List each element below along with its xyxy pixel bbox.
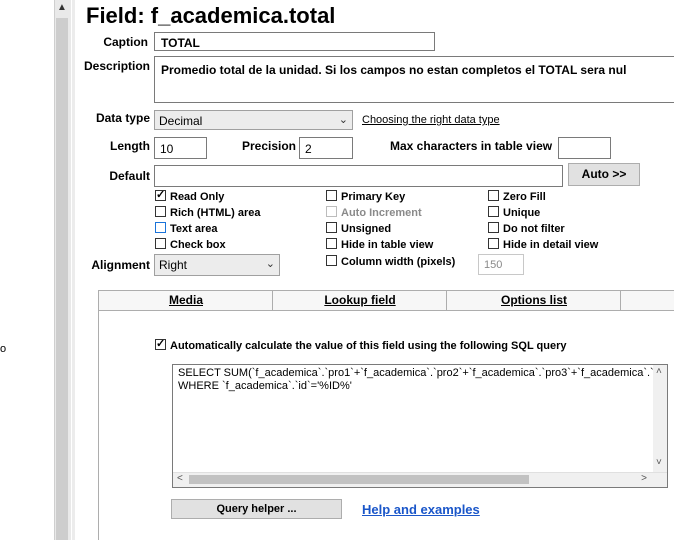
auto-button[interactable]: Auto >> <box>568 163 640 186</box>
no-filter-checkbox[interactable] <box>488 222 499 233</box>
caption-input[interactable]: TOTAL <box>154 32 435 51</box>
zero-fill-label: Zero Fill <box>503 191 546 203</box>
read-only-option[interactable]: Read Only <box>155 188 225 203</box>
text-area-option[interactable]: Text area <box>155 222 218 235</box>
default-input[interactable] <box>154 165 563 187</box>
hide-detail-option[interactable]: Hide in detail view <box>488 238 598 251</box>
auto-increment-checkbox <box>326 206 337 217</box>
tab-lookup-field-label: Lookup field <box>324 293 396 307</box>
column-width-checkbox[interactable] <box>326 255 337 266</box>
scrollbar-thumb[interactable] <box>56 18 68 540</box>
hide-table-checkbox[interactable] <box>326 238 337 249</box>
unique-checkbox[interactable] <box>488 206 499 217</box>
unsigned-label: Unsigned <box>341 223 392 235</box>
caption-label: Caption <box>103 35 148 49</box>
choosing-data-type-link[interactable]: Choosing the right data type <box>362 114 500 126</box>
tab-more[interactable] <box>620 290 674 310</box>
auto-calc-label: Automatically calculate the value of thi… <box>170 340 567 352</box>
description-textarea[interactable]: Promedio total de la unidad. Si los camp… <box>154 56 674 103</box>
text-area-label: Text area <box>170 223 218 235</box>
left-pane-text: o <box>0 343 7 355</box>
zero-fill-option[interactable]: Zero Fill <box>488 190 546 203</box>
unsigned-option[interactable]: Unsigned <box>326 222 391 235</box>
divider <box>72 0 75 540</box>
chevron-down-icon: ⌄ <box>338 114 348 126</box>
max-chars-label: Max characters in table view <box>390 139 553 153</box>
unique-label: Unique <box>503 207 541 219</box>
length-input[interactable]: 10 <box>154 137 207 159</box>
scroll-up-icon[interactable]: ▲ <box>54 0 70 16</box>
tab-lookup-field[interactable]: Lookup field <box>272 290 448 310</box>
hide-table-label: Hide in table view <box>341 239 434 251</box>
help-examples-link[interactable]: Help and examples <box>362 502 480 517</box>
check-box-option[interactable]: Check box <box>155 238 226 251</box>
no-filter-option[interactable]: Do not filter <box>488 222 565 235</box>
primary-key-checkbox[interactable] <box>326 190 337 201</box>
sql-vertical-scrollbar[interactable]: ˄ ˅ <box>653 365 667 473</box>
precision-input[interactable]: 2 <box>299 137 353 159</box>
alignment-select[interactable]: Right ⌄ <box>154 254 280 276</box>
unique-option[interactable]: Unique <box>488 206 540 219</box>
column-width-label: Column width (pixels) <box>341 256 456 268</box>
hide-table-option[interactable]: Hide in table view <box>326 238 433 251</box>
sql-query-textarea[interactable]: SELECT SUM(`f_academica`.`pro1`+`f_acade… <box>172 364 668 488</box>
sql-horizontal-scrollbar[interactable]: < > <box>173 472 667 487</box>
sql-scrollbar-thumb[interactable] <box>189 475 529 484</box>
precision-label: Precision <box>241 139 296 153</box>
tab-options-list[interactable]: Options list <box>446 290 622 310</box>
left-pane <box>0 0 54 540</box>
hide-detail-checkbox[interactable] <box>488 238 499 249</box>
max-chars-input[interactable] <box>558 137 611 159</box>
column-width-option[interactable]: Column width (pixels) <box>326 255 455 268</box>
rich-html-option[interactable]: Rich (HTML) area <box>155 206 260 219</box>
check-box-label: Check box <box>170 239 226 251</box>
unsigned-checkbox[interactable] <box>326 222 337 233</box>
auto-increment-option: Auto Increment <box>326 206 422 219</box>
tab-media-label: Media <box>168 293 203 307</box>
primary-key-option[interactable]: Primary Key <box>326 190 405 203</box>
default-label: Default <box>109 169 150 183</box>
page-title: Field: f_academica.total <box>86 3 336 28</box>
tab-options-list-label: Options list <box>501 293 567 307</box>
scroll-down-icon[interactable]: ˅ <box>656 457 662 468</box>
text-area-checkbox[interactable] <box>155 222 166 233</box>
check-box-checkbox[interactable] <box>155 238 166 249</box>
scroll-left-icon[interactable]: < <box>177 473 183 484</box>
query-helper-button[interactable]: Query helper ... <box>171 499 342 519</box>
auto-increment-label: Auto Increment <box>341 207 422 219</box>
scroll-up-icon[interactable]: ˄ <box>656 366 662 377</box>
read-only-label: Read Only <box>170 191 225 203</box>
sql-line-1: SELECT SUM(`f_academica`.`pro1`+`f_acade… <box>178 367 668 379</box>
auto-calc-checkbox[interactable] <box>155 337 166 350</box>
alignment-value: Right <box>159 258 188 272</box>
length-label: Length <box>110 139 150 153</box>
auto-calc-option[interactable]: Automatically calculate the value of thi… <box>155 337 567 352</box>
column-width-input[interactable]: 150 <box>478 254 524 275</box>
zero-fill-checkbox[interactable] <box>488 190 499 201</box>
description-label: Description <box>84 59 151 73</box>
chevron-down-icon: ⌄ <box>265 258 275 270</box>
data-type-value: Decimal <box>159 114 203 128</box>
no-filter-label: Do not filter <box>503 223 565 235</box>
rich-html-checkbox[interactable] <box>155 206 166 217</box>
tab-media[interactable]: Media <box>98 290 274 310</box>
data-type-label: Data type <box>95 111 150 125</box>
primary-key-label: Primary Key <box>341 191 406 203</box>
read-only-checkbox[interactable] <box>155 188 166 201</box>
rich-html-label: Rich (HTML) area <box>170 207 261 219</box>
alignment-label: Alignment <box>91 258 150 272</box>
sql-line-2: WHERE `f_academica`.`id`='%ID%' <box>178 380 352 392</box>
data-type-select[interactable]: Decimal ⌄ <box>154 110 353 130</box>
hide-detail-label: Hide in detail view <box>503 239 599 251</box>
scroll-right-icon[interactable]: > <box>641 473 647 484</box>
